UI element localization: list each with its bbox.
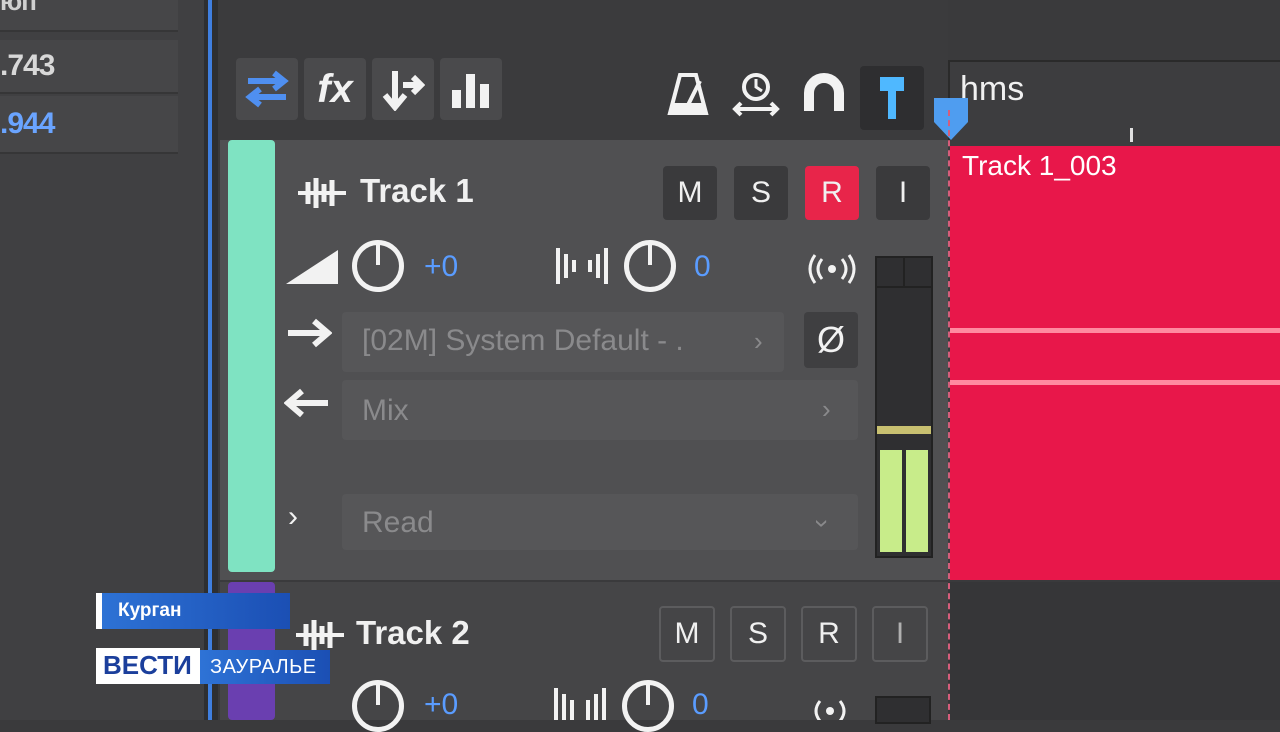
waveform-icon <box>296 620 344 650</box>
meter-level-left <box>880 450 902 552</box>
send-button[interactable] <box>372 58 434 120</box>
region-caption: ЗАУРАЛЬЕ <box>210 656 317 678</box>
track-1-pan-value[interactable]: 0 <box>694 250 711 284</box>
ruler-tick <box>1130 128 1133 142</box>
fx-button[interactable]: fx <box>304 58 366 120</box>
track-2-pan-knob[interactable] <box>622 680 674 732</box>
meter-level-right <box>906 450 928 552</box>
track-1-input-label: [02M] System Default - . <box>362 324 684 357</box>
pin-icon <box>880 77 904 119</box>
track-1-automation-mode: Read <box>362 506 434 539</box>
fx-icon: fx <box>317 66 353 111</box>
expand-chevron-icon[interactable]: › <box>288 500 298 534</box>
output-arrow-icon <box>284 388 328 418</box>
track-2-volume-value[interactable]: +0 <box>424 688 458 722</box>
send-icon <box>382 71 425 111</box>
snap-button[interactable] <box>796 66 852 122</box>
left-panel-value: .944 <box>0 107 55 140</box>
routing-icon <box>245 70 289 108</box>
left-panel-cell: юп <box>0 0 178 32</box>
clip-envelope-line <box>950 380 1280 385</box>
time-stretch-icon <box>732 73 780 117</box>
playhead-line <box>948 110 952 720</box>
track-2-name[interactable]: Track 2 <box>356 614 470 652</box>
track-2-mute-button[interactable]: M <box>659 606 715 662</box>
phase-invert-icon: Ø <box>816 319 845 360</box>
time-stretch-button[interactable] <box>728 66 784 122</box>
track-1-output-label: Mix <box>362 394 409 427</box>
meter-fader-handle[interactable] <box>877 426 931 434</box>
chevron-down-icon: › <box>807 519 838 528</box>
waveform-icon <box>298 178 346 208</box>
left-panel-cell[interactable]: .944 <box>0 96 178 154</box>
track-2-volume-knob[interactable] <box>352 680 404 732</box>
pan-icon <box>554 688 606 720</box>
left-panel-cell[interactable]: .743 <box>0 40 178 94</box>
track-1-level-meter <box>875 256 933 558</box>
location-caption: Курган <box>118 600 182 621</box>
meter-divider <box>903 258 905 286</box>
track-2-record-button[interactable]: R <box>801 606 857 662</box>
channel-logo-text: ВЕСТИ <box>103 650 192 680</box>
track-1-mute-button[interactable]: M <box>663 166 717 220</box>
clip-envelope-line <box>950 328 1280 333</box>
pin-button[interactable] <box>860 66 924 130</box>
input-arrow-icon <box>288 318 332 348</box>
left-panel-value: .743 <box>0 49 55 82</box>
track-1-record-button[interactable]: R <box>805 166 859 220</box>
meter-button[interactable] <box>440 58 502 120</box>
track-1-input-monitor-button[interactable]: I <box>876 166 930 220</box>
meter-icon <box>452 74 489 108</box>
chevron-right-icon: › <box>754 326 763 356</box>
track-2-lane[interactable] <box>948 582 1280 720</box>
track-1-output-select[interactable] <box>342 380 858 440</box>
broadcast-icon[interactable] <box>806 254 858 284</box>
toolbar: fx <box>218 0 948 140</box>
pan-icon <box>556 248 608 284</box>
clip-name: Track 1_003 <box>962 150 1117 181</box>
track-1-volume-knob[interactable] <box>352 240 404 292</box>
metronome-icon <box>667 73 709 115</box>
track-1-solo-button[interactable]: S <box>734 166 788 220</box>
volume-icon <box>286 250 338 284</box>
routing-button[interactable] <box>236 58 298 120</box>
track-2-pan-value[interactable]: 0 <box>692 688 709 722</box>
track-1-volume-value[interactable]: +0 <box>424 250 458 284</box>
track-1-pan-knob[interactable] <box>624 240 676 292</box>
track-1-name[interactable]: Track 1 <box>360 172 474 210</box>
track-1-color-strip[interactable] <box>228 140 275 572</box>
snap-magnet-icon <box>804 73 844 111</box>
audio-clip[interactable] <box>950 146 1280 580</box>
broadcast-icon[interactable] <box>804 696 856 720</box>
track-2-solo-button[interactable]: S <box>730 606 786 662</box>
phase-invert-button[interactable]: Ø <box>804 312 858 368</box>
left-panel-header-fragment: юп <box>0 0 37 16</box>
chevron-right-icon: › <box>822 394 831 424</box>
track-2-input-monitor-button[interactable]: I <box>872 606 928 662</box>
metronome-button[interactable] <box>660 66 716 122</box>
